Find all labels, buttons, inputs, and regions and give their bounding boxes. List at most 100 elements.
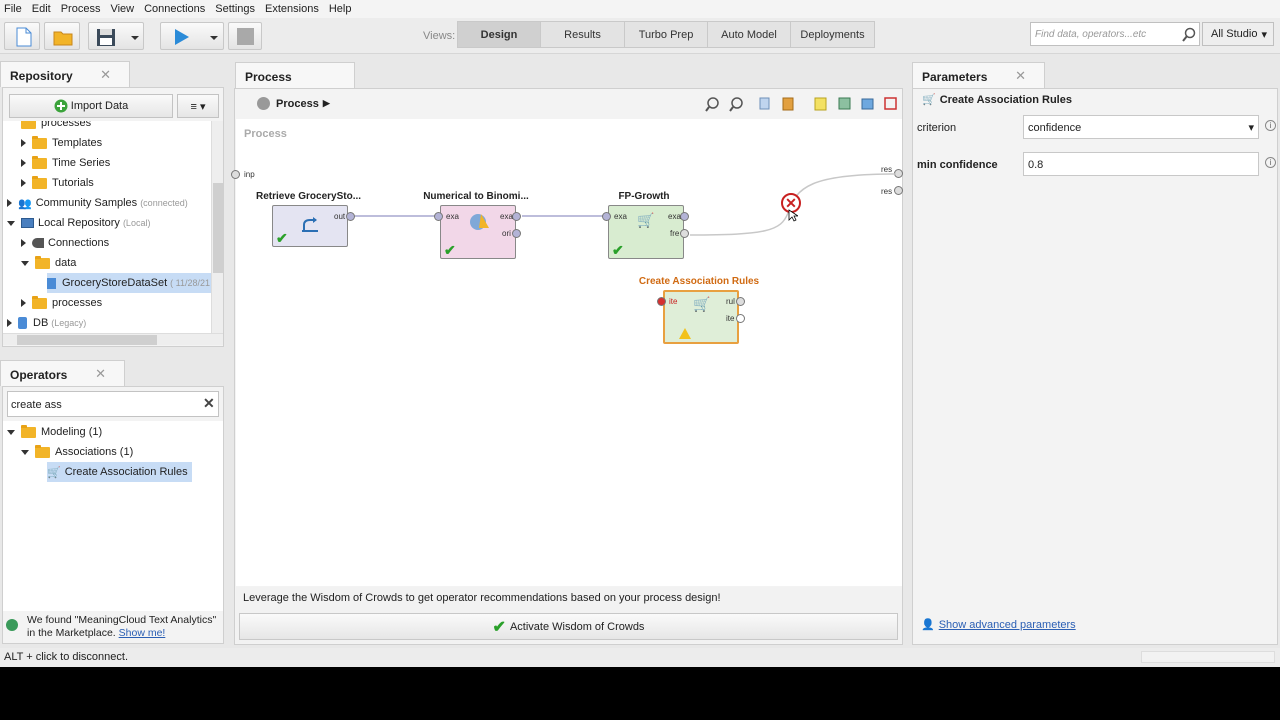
tree-item-modeling[interactable]: Modeling (1)	[7, 422, 102, 442]
save-process-button[interactable]	[88, 22, 144, 50]
info-icon[interactable]: i	[1265, 157, 1276, 168]
run-process-button[interactable]	[160, 22, 224, 50]
expand-arrow-icon[interactable]	[7, 199, 12, 207]
studio-selector[interactable]: All Studio ▾	[1202, 22, 1274, 46]
tree-item-connections[interactable]: Connections	[21, 233, 109, 253]
collapse-arrow-icon[interactable]	[21, 260, 29, 266]
stop-process-button[interactable]	[228, 22, 262, 50]
tab-process[interactable]: Process	[235, 62, 355, 88]
operator-search-input[interactable]: create ass	[7, 391, 219, 417]
collapse-arrow-icon[interactable]	[21, 449, 29, 455]
menu-file[interactable]: File	[0, 3, 26, 15]
collapse-arrow-icon[interactable]	[7, 429, 15, 435]
tree-item-tutorials[interactable]: Tutorials	[21, 173, 94, 193]
global-search-input[interactable]: Find data, operators...etc	[1030, 22, 1200, 46]
clear-search-icon[interactable]: ✕	[203, 395, 215, 412]
chevron-down-icon[interactable]	[205, 23, 223, 51]
show-advanced-link[interactable]: Show advanced parameters	[939, 619, 1076, 631]
expand-arrow-icon[interactable]	[21, 159, 26, 167]
search-icon[interactable]	[1181, 27, 1197, 43]
port-in[interactable]	[434, 212, 443, 221]
menu-connections[interactable]: Connections	[140, 3, 209, 15]
criterion-select[interactable]: confidence ▾	[1023, 115, 1259, 139]
menu-help[interactable]: Help	[325, 3, 356, 15]
zoom-out-icon[interactable]	[729, 97, 743, 112]
tree-item-community-samples[interactable]: 👥 Community Samples (connected)	[7, 193, 188, 213]
tree-item-label: Tutorials	[52, 177, 94, 189]
expand-arrow-icon[interactable]	[7, 319, 12, 327]
close-icon[interactable]: ✕	[95, 366, 106, 382]
repository-menu-button[interactable]: ≡ ▾	[177, 94, 219, 118]
tab-turbo-prep[interactable]: Turbo Prep	[624, 21, 708, 48]
port-out[interactable]	[512, 212, 521, 221]
port-label: ite	[726, 314, 735, 323]
expand-arrow-icon[interactable]	[21, 179, 26, 187]
menu-process[interactable]: Process	[57, 3, 105, 15]
menu-settings[interactable]: Settings	[211, 3, 259, 15]
copy-icon[interactable]	[759, 97, 770, 110]
auto-wire-icon[interactable]	[838, 97, 851, 110]
computer-icon	[21, 218, 34, 228]
port-out[interactable]	[680, 212, 689, 221]
repository-horizontal-scrollbar[interactable]	[3, 333, 223, 345]
min-confidence-input[interactable]: 0.8	[1023, 152, 1259, 176]
folder-icon	[32, 155, 47, 169]
process-breadcrumb[interactable]: Process ▶	[257, 97, 330, 110]
port-in[interactable]	[602, 212, 611, 221]
expand-arrow-icon[interactable]	[21, 239, 26, 247]
tab-auto-model[interactable]: Auto Model	[707, 21, 791, 48]
tree-item-templates[interactable]: Templates	[21, 133, 102, 153]
zoom-in-icon[interactable]	[705, 97, 719, 112]
tree-item-associations[interactable]: Associations (1)	[21, 442, 133, 462]
info-icon[interactable]: i	[1265, 120, 1276, 131]
paste-icon[interactable]	[782, 97, 794, 111]
arrange-icon[interactable]	[861, 98, 874, 110]
port-out[interactable]	[736, 297, 745, 306]
show-me-link[interactable]: Show me!	[119, 627, 166, 639]
status-bar: ALT + click to disconnect.	[0, 648, 1280, 667]
port-out[interactable]	[736, 314, 745, 323]
scroll-thumb[interactable]	[213, 183, 223, 273]
tree-item-time-series[interactable]: Time Series	[21, 153, 110, 173]
port-in-missing[interactable]	[657, 297, 666, 306]
new-process-button[interactable]	[4, 22, 40, 50]
scroll-thumb[interactable]	[17, 335, 157, 345]
tab-repository[interactable]: Repository ✕	[0, 61, 130, 87]
operators-tab-label: Operators	[10, 368, 68, 382]
repository-vertical-scrollbar[interactable]	[211, 121, 223, 333]
process-canvas[interactable]: Process inp res res ✕ Retrieve GrocerySt…	[231, 119, 903, 586]
port-out[interactable]	[512, 229, 521, 238]
close-icon[interactable]: ✕	[1015, 68, 1026, 84]
add-note-icon[interactable]	[814, 97, 827, 111]
tab-parameters[interactable]: Parameters ✕	[912, 62, 1045, 88]
menu-edit[interactable]: Edit	[28, 3, 55, 15]
tree-item-processes-top[interactable]: processes	[21, 121, 91, 133]
user-icon: 👤	[921, 619, 935, 631]
parameters-tab-label: Parameters	[922, 70, 988, 84]
tree-item-db[interactable]: DB (Legacy)	[7, 313, 86, 333]
expand-arrow-icon[interactable]	[21, 299, 26, 307]
expand-arrow-icon[interactable]	[21, 139, 26, 147]
import-data-button[interactable]: Import Data	[9, 94, 173, 118]
tree-item-local-repository[interactable]: Local Repository (Local)	[7, 213, 150, 233]
tab-deployments[interactable]: Deployments	[790, 21, 875, 48]
port-out[interactable]	[680, 229, 689, 238]
tree-item-grocery-dataset[interactable]: GroceryStoreDataSet( 11/28/21 8	[47, 273, 211, 293]
open-process-button[interactable]	[44, 22, 80, 50]
activate-wisdom-button[interactable]: ✔ Activate Wisdom of Crowds	[239, 613, 898, 640]
show-advanced-parameters[interactable]: 👤 Show advanced parameters	[921, 618, 1076, 632]
tab-design[interactable]: Design	[457, 21, 541, 48]
tree-item-create-association-rules[interactable]: 🛒 Create Association Rules	[47, 462, 192, 482]
tree-item-label: data	[55, 257, 77, 269]
tree-item-data[interactable]: data	[21, 253, 76, 273]
collapse-arrow-icon[interactable]	[7, 220, 15, 226]
tree-item-processes[interactable]: processes	[21, 293, 102, 313]
tab-operators[interactable]: Operators ✕	[0, 360, 125, 386]
menu-view[interactable]: View	[106, 3, 138, 15]
menu-extensions[interactable]: Extensions	[261, 3, 323, 15]
close-icon[interactable]: ✕	[100, 67, 111, 83]
tab-results[interactable]: Results	[540, 21, 625, 48]
chevron-down-icon[interactable]	[126, 23, 144, 51]
fit-view-icon[interactable]	[884, 97, 897, 110]
port-out[interactable]	[346, 212, 355, 221]
